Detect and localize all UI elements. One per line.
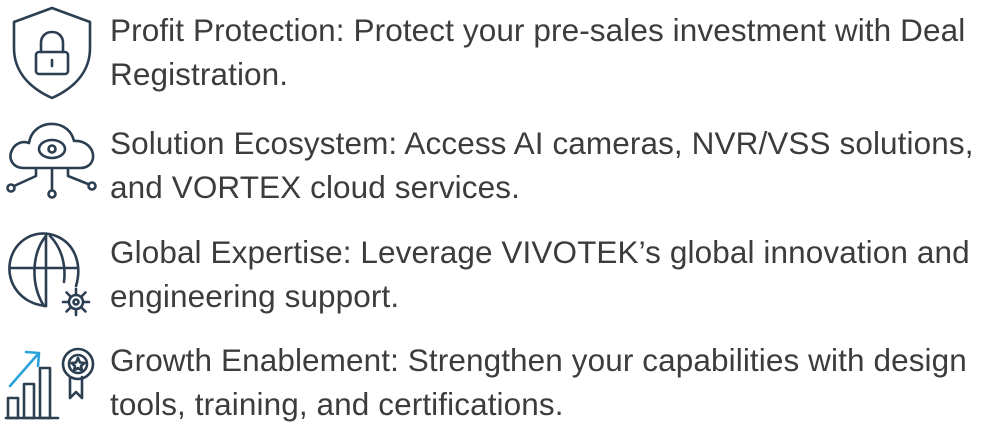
growth-award-icon — [2, 328, 102, 428]
feature-text: Global Expertise: Leverage VIVOTEK’s glo… — [110, 234, 970, 314]
cloud-network-icon — [2, 112, 102, 212]
feature-text: Solution Ecosystem: Access AI cameras, N… — [110, 125, 974, 205]
shield-lock-icon — [2, 2, 102, 102]
feature-text: Profit Protection: Protect your pre-sale… — [110, 12, 966, 92]
globe-gear-icon — [2, 222, 102, 322]
feature-text: Growth Enablement: Strengthen your capab… — [110, 342, 967, 422]
